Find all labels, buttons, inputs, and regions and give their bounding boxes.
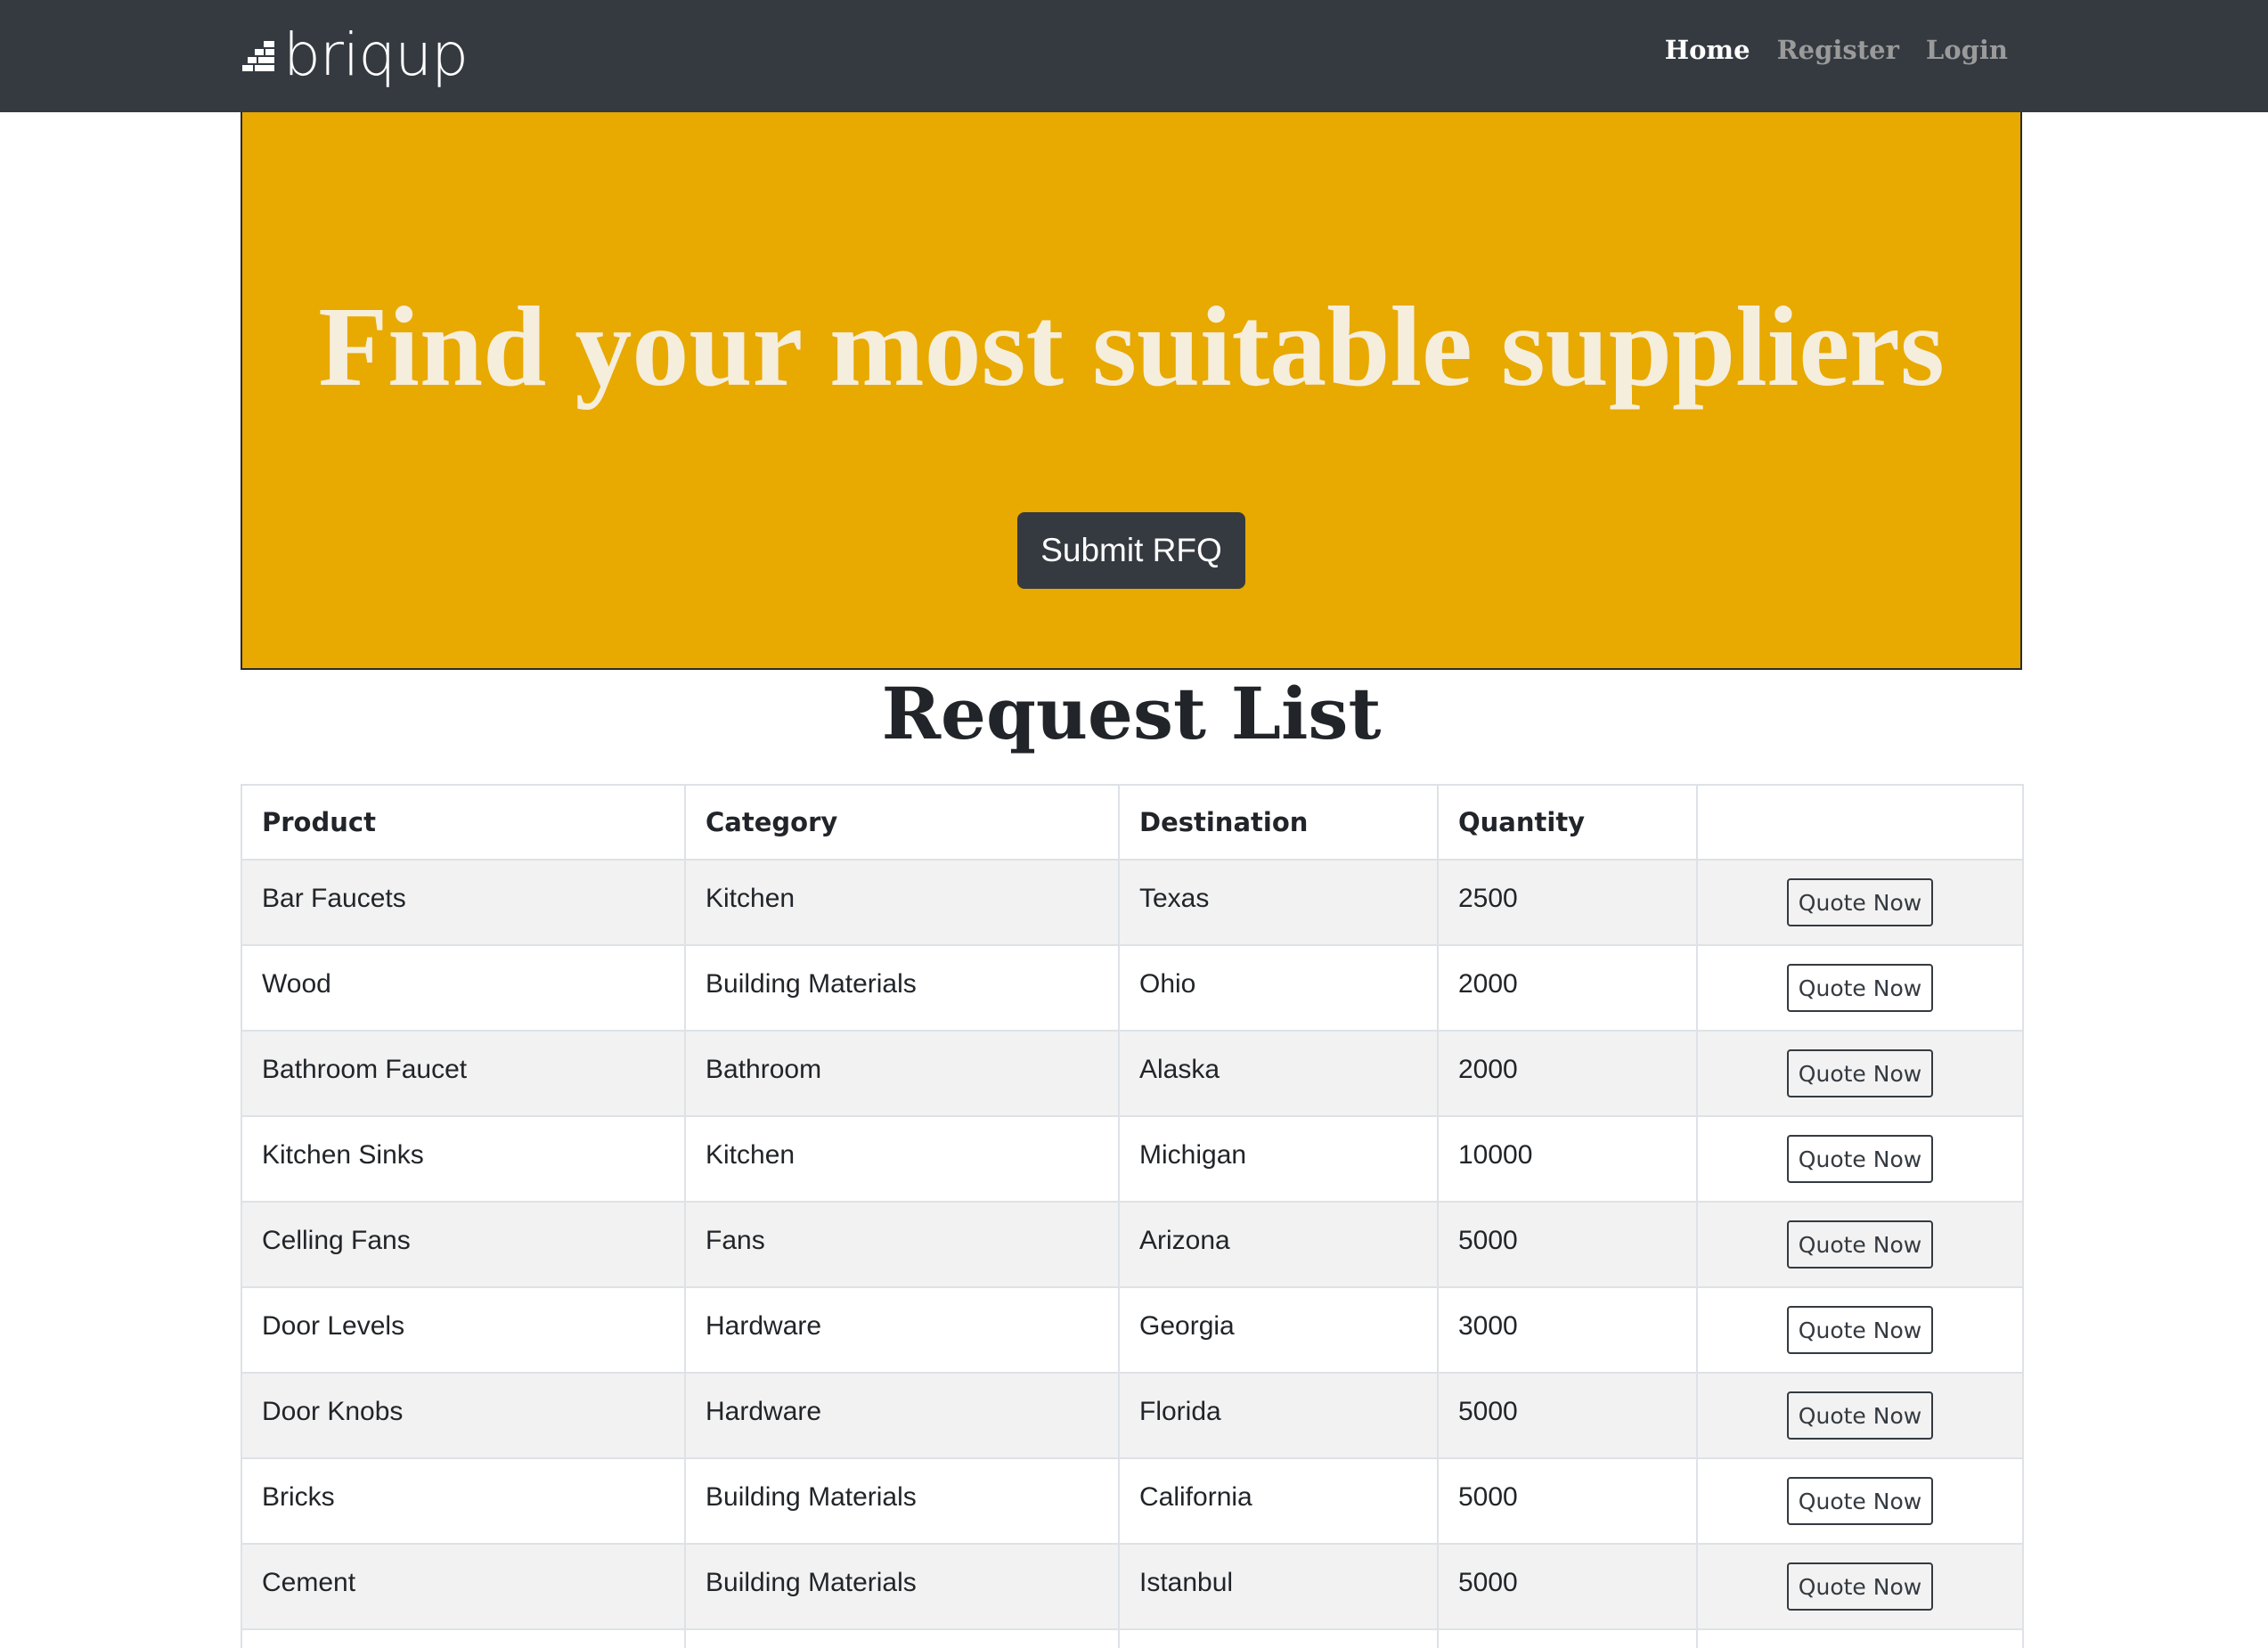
cell-destination: Florida — [1118, 1372, 1439, 1459]
cell-destination — [1118, 1628, 1439, 1648]
quote-now-button[interactable]: Quote Now — [1787, 1391, 1933, 1440]
table-row: Door Knobs Hardware Florida 5000 Quote Now — [241, 1372, 2024, 1459]
cell-quantity: 10000 — [1437, 1115, 1698, 1203]
cell-product: Kitchen Sinks — [241, 1115, 686, 1203]
cell-action: Quote Now — [1696, 1115, 2024, 1203]
cell-action: Quote Now — [1696, 1201, 2024, 1288]
column-header-action — [1696, 784, 2024, 861]
cell-action: Quote Now — [1696, 1372, 2024, 1459]
hero-title: Find your most suitable suppliers — [318, 283, 1945, 410]
cell-category: Hardware — [684, 1286, 1120, 1374]
quote-now-button[interactable]: Quote Now — [1787, 1562, 1933, 1611]
nav-link-login[interactable]: Login — [1926, 35, 2008, 65]
cell-category: Building Materials — [684, 944, 1120, 1032]
cell-product: Bricks — [241, 1457, 686, 1545]
quote-now-button[interactable]: Quote Now — [1787, 1135, 1933, 1183]
navbar: briqup Home Register Login — [0, 0, 2268, 112]
cell-destination: Istanbul — [1118, 1543, 1439, 1630]
table-row: Wood Building Materials Ohio 2000 Quote Now — [241, 944, 2024, 1032]
cell-quantity: 3000 — [1437, 1286, 1698, 1374]
quote-now-button[interactable]: Quote Now — [1787, 1220, 1933, 1269]
table-header-row: Product Category Destination Quantity — [241, 784, 2024, 861]
brand-logo[interactable]: briqup — [242, 20, 469, 91]
table-row: Cement Building Materials Istanbul 5000 Quot… — [241, 1543, 2024, 1630]
cell-quantity: 5000 — [1437, 1543, 1698, 1630]
cell-quantity: 2000 — [1437, 1030, 1698, 1117]
cell-category: Building Materials — [684, 1457, 1120, 1545]
quote-now-button[interactable]: Quote Now — [1787, 1477, 1933, 1525]
cell-category: Kitchen — [684, 1115, 1120, 1203]
request-list-title: Request List — [881, 672, 1382, 755]
column-header-quantity: Quantity — [1437, 784, 1698, 861]
table-row: Bathroom Faucet Bathroom Alaska 2000 Quote N… — [241, 1030, 2024, 1117]
cell-product: Bar Faucets — [241, 859, 686, 946]
cell-product: Wood — [241, 944, 686, 1032]
cell-action: Quote Now — [1696, 944, 2024, 1032]
cell-destination: Georgia — [1118, 1286, 1439, 1374]
cell-category: Bathroom — [684, 1030, 1120, 1117]
nav-links: Home Register Login — [1665, 27, 2008, 73]
cell-category: Building Materials — [684, 1543, 1120, 1630]
cell-product: Celling Fans — [241, 1201, 686, 1288]
cell-destination: Michigan — [1118, 1115, 1439, 1203]
cell-product: Cement — [241, 1543, 686, 1630]
nav-link-register[interactable]: Register — [1777, 35, 1899, 65]
cell-category: Hardware — [684, 1372, 1120, 1459]
table-body: Bar Faucets Kitchen Texas 2500 Quote Now Wood… — [241, 859, 2024, 1648]
cell-product: Door Levels — [241, 1286, 686, 1374]
cell-destination: Arizona — [1118, 1201, 1439, 1288]
request-table-container: Product Category Destination Quantity Ba… — [241, 784, 2024, 1648]
cell-category — [684, 1628, 1120, 1648]
column-header-category: Category — [684, 784, 1120, 861]
submit-rfq-button[interactable]: Submit RFQ — [1017, 512, 1245, 589]
cell-quantity: 2500 — [1437, 859, 1698, 946]
table-row: Bricks Building Materials California 5000 Qu… — [241, 1457, 2024, 1545]
table-row — [241, 1628, 2024, 1648]
request-table: Product Category Destination Quantity Ba… — [241, 784, 2024, 1648]
cell-product: Door Knobs — [241, 1372, 686, 1459]
table-row: Door Levels Hardware Georgia 3000 Quote Now — [241, 1286, 2024, 1374]
column-header-product: Product — [241, 784, 686, 861]
column-header-destination: Destination — [1118, 784, 1439, 861]
brand-name: briqup — [283, 20, 469, 89]
cell-action: Quote Now — [1696, 859, 2024, 946]
cell-destination: California — [1118, 1457, 1439, 1545]
cell-product — [241, 1628, 686, 1648]
cell-quantity: 5000 — [1437, 1372, 1698, 1459]
cell-product: Bathroom Faucet — [241, 1030, 686, 1117]
cell-action — [1696, 1628, 2024, 1648]
hero-banner: Find your most suitable suppliers Submit… — [241, 112, 2022, 670]
cell-quantity: 2000 — [1437, 944, 1698, 1032]
cell-quantity — [1437, 1628, 1698, 1648]
cell-destination: Ohio — [1118, 944, 1439, 1032]
cell-action: Quote Now — [1696, 1543, 2024, 1630]
cell-category: Kitchen — [684, 859, 1120, 946]
nav-link-home[interactable]: Home — [1665, 35, 1750, 65]
table-row: Celling Fans Fans Arizona 5000 Quote Now — [241, 1201, 2024, 1288]
cell-action: Quote Now — [1696, 1286, 2024, 1374]
cell-destination: Alaska — [1118, 1030, 1439, 1117]
cell-quantity: 5000 — [1437, 1201, 1698, 1288]
quote-now-button[interactable]: Quote Now — [1787, 1306, 1933, 1354]
cell-category: Fans — [684, 1201, 1120, 1288]
cell-action: Quote Now — [1696, 1030, 2024, 1117]
cell-quantity: 5000 — [1437, 1457, 1698, 1545]
quote-now-button[interactable]: Quote Now — [1787, 964, 1933, 1012]
cell-action: Quote Now — [1696, 1457, 2024, 1545]
table-row: Kitchen Sinks Kitchen Michigan 10000 Quote N… — [241, 1115, 2024, 1203]
table-row: Bar Faucets Kitchen Texas 2500 Quote Now — [241, 859, 2024, 946]
quote-now-button[interactable]: Quote Now — [1787, 1049, 1933, 1097]
quote-now-button[interactable]: Quote Now — [1787, 878, 1933, 926]
cell-destination: Texas — [1118, 859, 1439, 946]
brick-stack-icon — [242, 41, 274, 71]
